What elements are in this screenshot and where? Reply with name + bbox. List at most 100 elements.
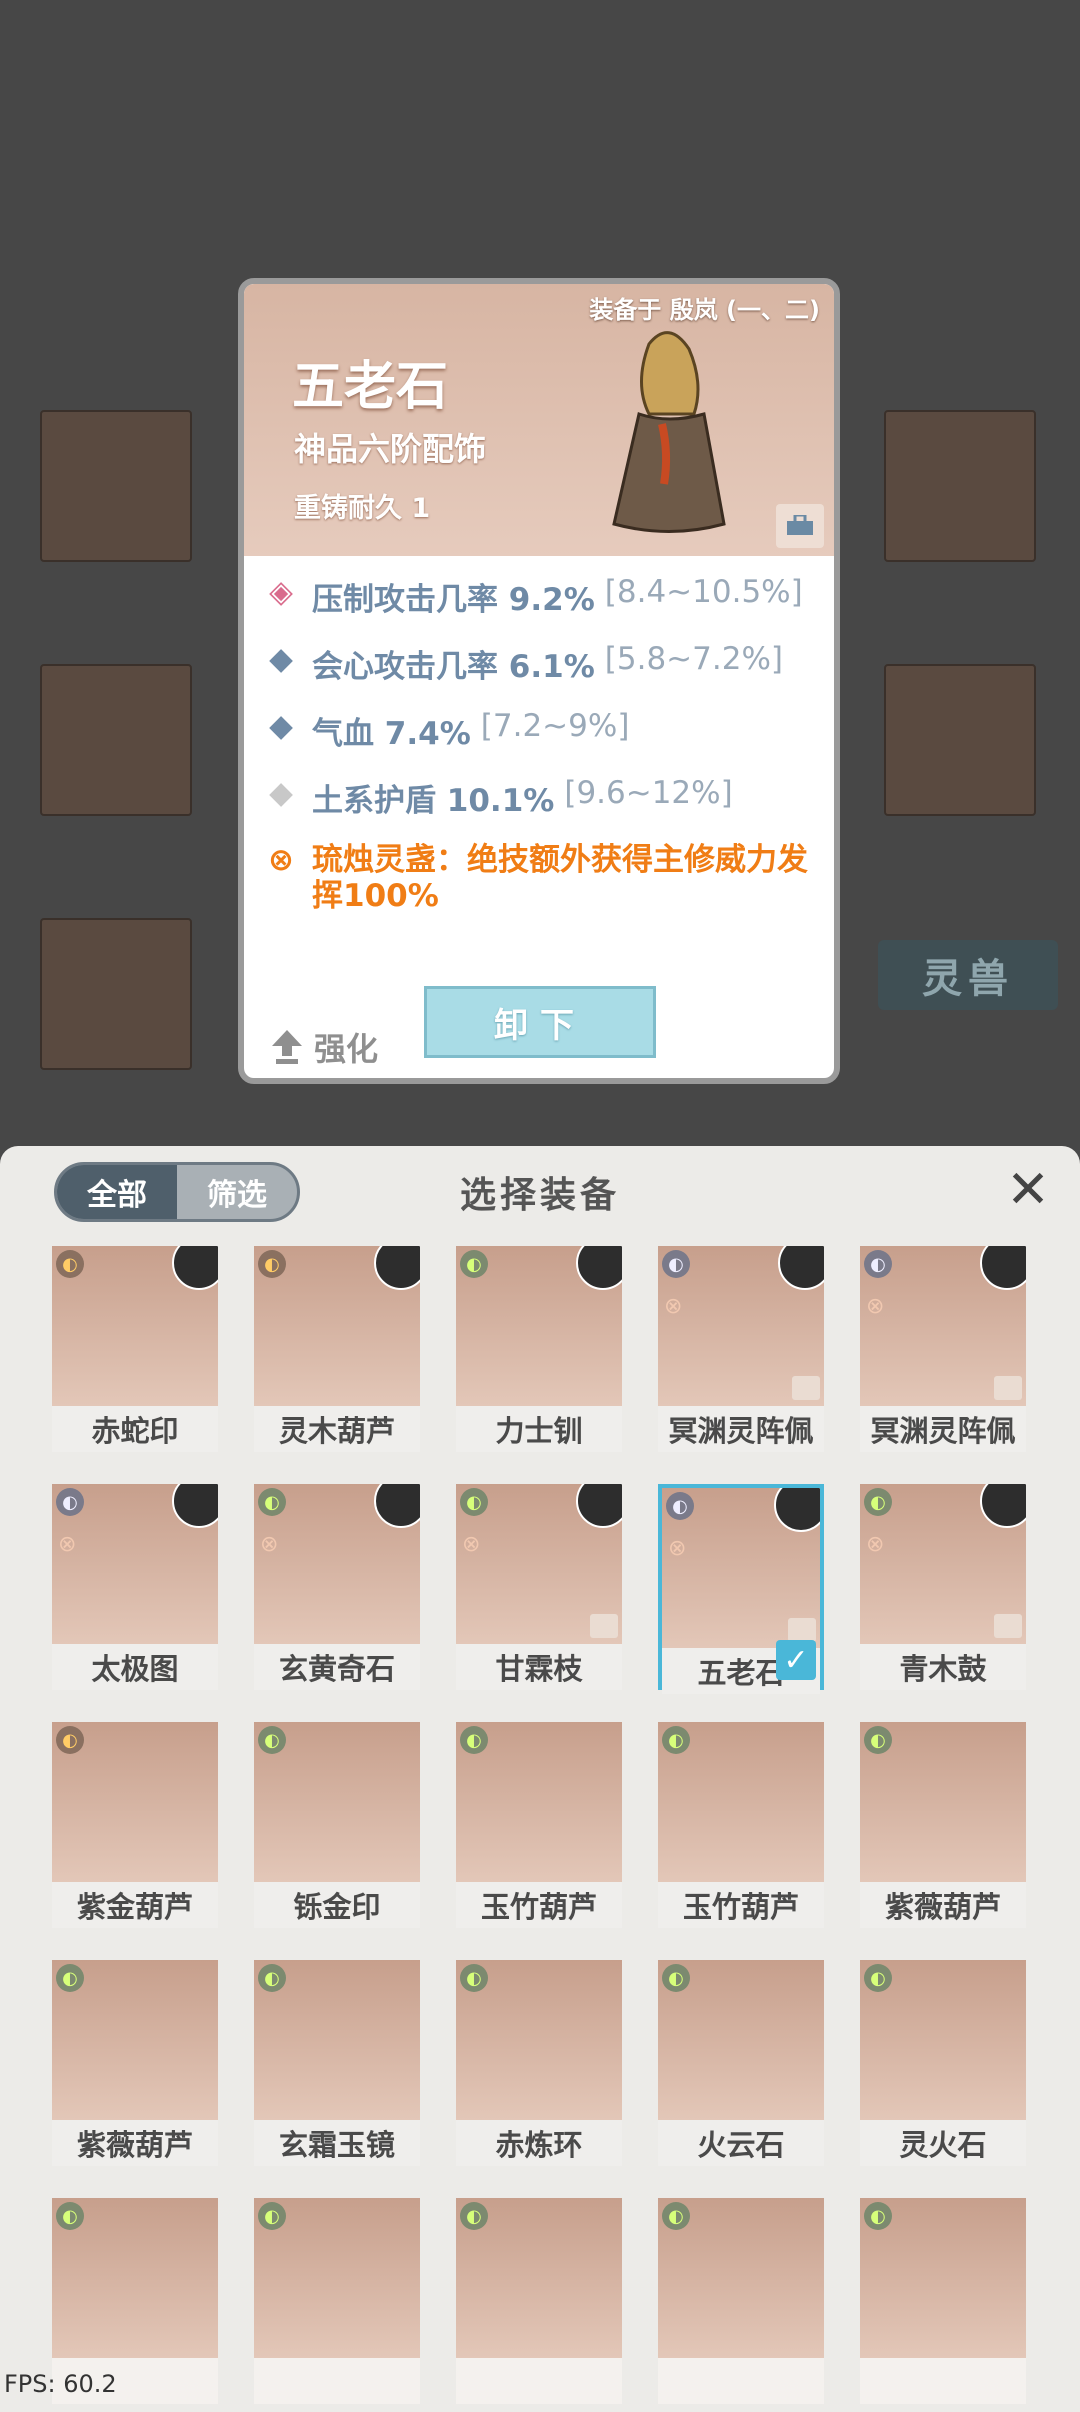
wood-element-icon: ◐ xyxy=(258,1488,286,1516)
lock-icon xyxy=(788,1618,816,1642)
stat-range: [8.4~10.5%] xyxy=(604,574,803,610)
wood-element-icon: ◐ xyxy=(662,2202,690,2230)
equipment-card[interactable]: ◐ ⊗ 甘霖枝 xyxy=(456,1484,622,1690)
equipment-card[interactable]: ◐ 玉竹葫芦 xyxy=(456,1722,622,1928)
fire-element-icon: ◐ xyxy=(258,1250,286,1278)
item-name: 五老石 xyxy=(292,356,449,417)
owner-avatar xyxy=(778,1246,824,1290)
equipment-card[interactable]: ◐ 玄霜玉镜 xyxy=(254,1960,420,2166)
equipment-grid: ◐ 赤蛇印 ◐ 灵木葫芦 ◐ 力士钏 ◐ ⊗ 冥渊灵阵佩 ◐ ⊗ 冥渊灵阵佩 ◐ ⊗ 太极图 ◐ ⊗… xyxy=(52,1246,1032,2404)
water-element-icon: ◐ xyxy=(864,1250,892,1278)
special-effect: ⊗ 琉烛灵盏：绝技额外获得主修威力发挥100% xyxy=(266,842,826,914)
lock-icon xyxy=(792,1376,820,1400)
fps-counter: FPS: 60.2 xyxy=(4,2370,117,2398)
equipment-card[interactable]: ◐ ⊗ 冥渊灵阵佩 xyxy=(658,1246,824,1452)
lock-icon xyxy=(994,1376,1022,1400)
stat-list: ◈ 压制攻击几率 9.2% [8.4~10.5%] ◆ 会心攻击几率 6.1% … xyxy=(266,574,826,936)
equipment-card[interactable]: ◐ ⊗ 玄黄奇石 xyxy=(254,1484,420,1690)
stat-range: [5.8~7.2%] xyxy=(604,641,784,677)
bg-equip-slot xyxy=(884,410,1036,562)
equipment-card[interactable]: ◐ ⊗ 冥渊灵阵佩 xyxy=(860,1246,1026,1452)
blue-diamond-icon: ◆ xyxy=(269,641,293,677)
equipment-name: 灵火石 xyxy=(860,2120,1026,2166)
equipment-card[interactable]: ◐ 玉竹葫芦 xyxy=(658,1722,824,1928)
item-grade: 神品六阶配饰 xyxy=(294,430,487,468)
equipment-card-selected[interactable]: ◐ ⊗ 五老石 ✓ xyxy=(658,1484,824,1694)
fire-diamond-icon: ◈ xyxy=(269,574,293,610)
owner-avatar xyxy=(374,1484,420,1528)
wood-element-icon: ◐ xyxy=(56,1964,84,1992)
owner-avatar xyxy=(774,1488,820,1532)
lock-icon xyxy=(787,515,813,535)
wood-element-icon: ◐ xyxy=(864,1488,892,1516)
close-icon: ✕ xyxy=(1006,1160,1050,1220)
equipment-name: 甘霖枝 xyxy=(456,1644,622,1690)
close-button[interactable]: ✕ xyxy=(1002,1160,1054,1220)
wood-element-icon: ◐ xyxy=(662,1726,690,1754)
equipment-name: 紫薇葫芦 xyxy=(860,1882,1026,1928)
item-detail-popup: 装备于 殷岚 (一、二) 五老石 神品六阶配饰 重铸耐久 1 ◈ 压制攻击几率 … xyxy=(238,278,840,1084)
water-element-icon: ◐ xyxy=(56,1488,84,1516)
equipment-card[interactable]: ◐ 火云石 xyxy=(658,1960,824,2166)
stat-range: [9.6~12%] xyxy=(564,775,733,811)
equipment-card[interactable]: ◐ 紫薇葫芦 xyxy=(860,1722,1026,1928)
stat-text: 压制攻击几率 9.2% xyxy=(312,582,595,618)
owner-avatar xyxy=(576,1246,622,1290)
upgrade-arrow-icon xyxy=(272,1030,302,1064)
recast-durability: 重铸耐久 1 xyxy=(294,493,431,524)
stat-text: 会心攻击几率 6.1% xyxy=(312,649,595,685)
equipment-name: 冥渊灵阵佩 xyxy=(860,1406,1026,1452)
equipment-card[interactable]: ◐ 力士钏 xyxy=(456,1246,622,1452)
select-equipment-panel: 全部 筛选 选择装备 ✕ ◐ 赤蛇印 ◐ 灵木葫芦 ◐ 力士钏 ◐ ⊗ 冥渊灵阵佩 ◐ ⊗ 冥… xyxy=(0,1146,1080,2412)
wood-element-icon: ◐ xyxy=(460,2202,488,2230)
stat-text: 气血 7.4% xyxy=(312,716,471,752)
stat-row: ◆ 气血 7.4% [7.2~9%] xyxy=(266,708,826,753)
equipment-card[interactable]: ◐ 紫金葫芦 xyxy=(52,1722,218,1928)
stat-range: [7.2~9%] xyxy=(480,708,630,744)
equipment-card[interactable]: ◐ 灵木葫芦 xyxy=(254,1246,420,1452)
equipment-name: 火云石 xyxy=(658,2120,824,2166)
equipment-card[interactable]: ◐ ⊗ 青木鼓 xyxy=(860,1484,1026,1690)
enhance-label: 强化 xyxy=(314,1030,379,1068)
wood-element-icon: ◐ xyxy=(864,2202,892,2230)
equipment-card[interactable]: ◐ 赤炼环 xyxy=(456,1960,622,2166)
fire-element-icon: ◐ xyxy=(56,1250,84,1278)
equipment-card[interactable]: ◐ 铄金印 xyxy=(254,1722,420,1928)
stat-row: ◆ 会心攻击几率 6.1% [5.8~7.2%] xyxy=(266,641,826,686)
equipment-card[interactable]: ◐ 赤蛇印 xyxy=(52,1246,218,1452)
spirit-beast-tab[interactable]: 灵兽 xyxy=(878,940,1058,1010)
special-effect-text: 琉烛灵盏：绝技额外获得主修威力发挥100% xyxy=(312,842,808,914)
item-header: 装备于 殷岚 (一、二) 五老石 神品六阶配饰 重铸耐久 1 xyxy=(244,284,834,556)
special-effect-icon: ⊗ xyxy=(462,1532,481,1557)
wood-element-icon: ◐ xyxy=(460,1726,488,1754)
equipment-card[interactable]: ◐ xyxy=(860,2198,1026,2404)
equipment-card[interactable]: ◐ xyxy=(456,2198,622,2404)
stat-row: ◈ 压制攻击几率 9.2% [8.4~10.5%] xyxy=(266,574,826,619)
equipment-card[interactable]: ◐ 紫薇葫芦 xyxy=(52,1960,218,2166)
equipment-card[interactable]: ◐ 灵火石 xyxy=(860,1960,1026,2166)
enhance-button[interactable]: 强化 xyxy=(270,1024,378,1070)
lock-button[interactable] xyxy=(776,504,824,548)
owner-avatar xyxy=(576,1484,622,1528)
equipment-card[interactable]: ◐ ⊗ 太极图 xyxy=(52,1484,218,1690)
unequip-button[interactable]: 卸下 xyxy=(424,986,656,1058)
wood-element-icon: ◐ xyxy=(460,1250,488,1278)
equipment-name: 铄金印 xyxy=(254,1882,420,1928)
special-effect-icon: ⊗ xyxy=(260,1532,279,1557)
equipment-name: 玄黄奇石 xyxy=(254,1644,420,1690)
wood-element-icon: ◐ xyxy=(460,1488,488,1516)
owner-avatar xyxy=(980,1246,1026,1290)
stat-text: 土系护盾 10.1% xyxy=(312,783,555,819)
wood-element-icon: ◐ xyxy=(864,1726,892,1754)
owner-avatar xyxy=(374,1246,420,1290)
equipment-name: 紫金葫芦 xyxy=(52,1882,218,1928)
special-effect-icon: ⊗ xyxy=(866,1532,885,1557)
bg-equip-slot xyxy=(40,410,192,562)
special-effect-icon: ⊗ xyxy=(668,1536,687,1561)
equipment-card[interactable]: ◐ xyxy=(254,2198,420,2404)
equipment-name: 冥渊灵阵佩 xyxy=(658,1406,824,1452)
equipment-name: 力士钏 xyxy=(456,1406,622,1452)
equipment-name: 灵木葫芦 xyxy=(254,1406,420,1452)
equipment-card[interactable]: ◐ xyxy=(658,2198,824,2404)
stat-row: ◆ 土系护盾 10.1% [9.6~12%] xyxy=(266,775,826,820)
